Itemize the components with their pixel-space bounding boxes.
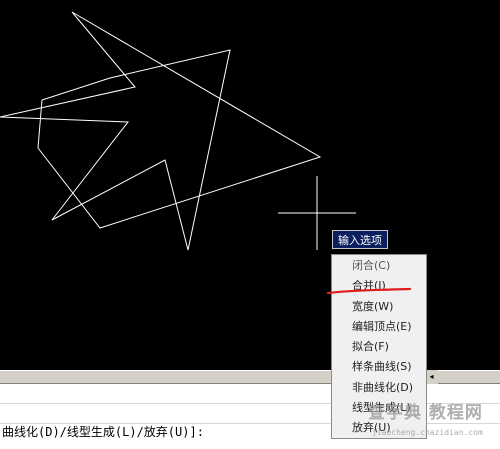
watermark-logo: 查字典 教程网 bbox=[368, 403, 483, 423]
menu-item-width[interactable]: 宽度(W) bbox=[332, 297, 426, 317]
menu-item-decurve[interactable]: 非曲线化(D) bbox=[332, 378, 426, 398]
watermark-url: jiaocheng.chazidian.com bbox=[372, 428, 483, 437]
command-prompt-text: 曲线化(D)/线型生成(L)/放弃(U)]: bbox=[2, 425, 204, 439]
polyline-shape bbox=[0, 11, 322, 251]
menu-item-close[interactable]: 闭合(C) bbox=[332, 256, 426, 276]
red-underline-annotation bbox=[326, 287, 412, 295]
tooltip-label: 输入选项 bbox=[338, 234, 382, 247]
input-options-tooltip: 输入选项 bbox=[332, 230, 388, 249]
menu-item-spline[interactable]: 样条曲线(S) bbox=[332, 357, 426, 377]
menu-item-fit[interactable]: 拟合(F) bbox=[332, 337, 426, 357]
menu-item-edit-vertex[interactable]: 编辑顶点(E) bbox=[332, 317, 426, 337]
